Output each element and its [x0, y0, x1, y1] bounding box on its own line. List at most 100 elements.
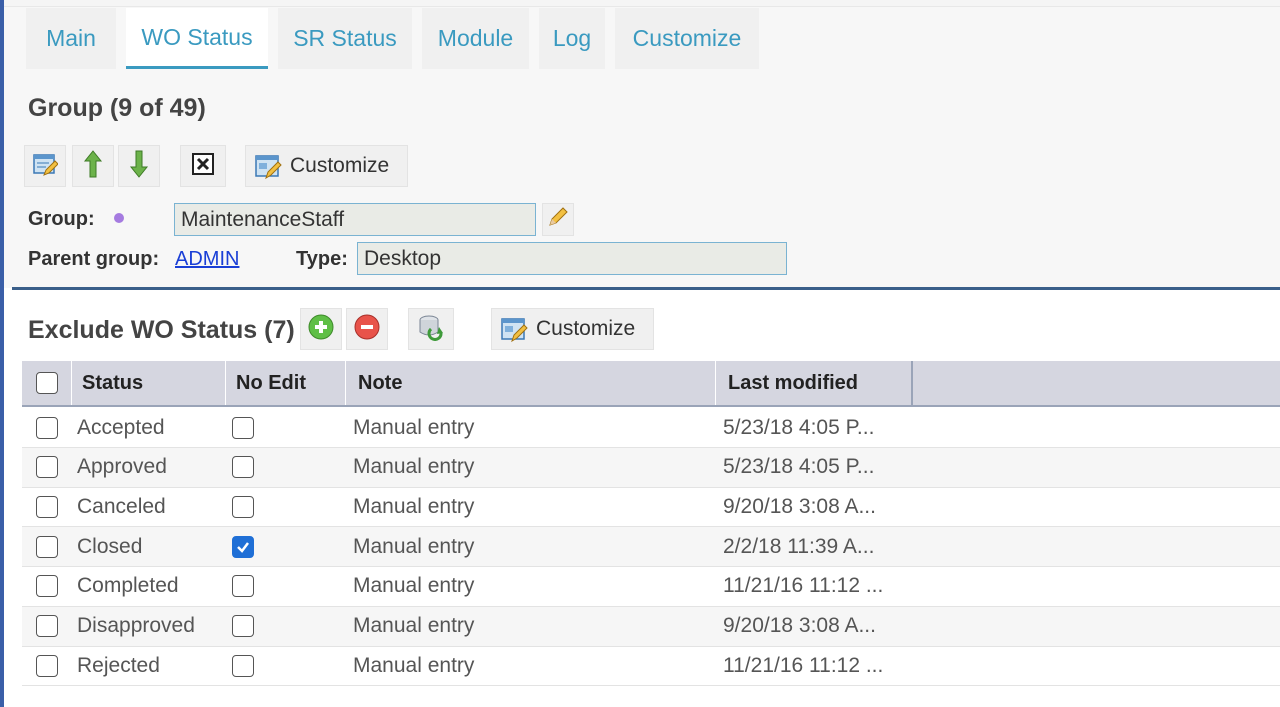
table-row[interactable]: Rejected Manual entry 11/21/16 11:12 ... — [22, 646, 1280, 687]
group-title: Group (9 of 49) — [28, 94, 206, 122]
header-note[interactable]: Note — [346, 361, 716, 405]
parent-group-link[interactable]: ADMIN — [175, 248, 239, 271]
no-edit-cell — [232, 408, 254, 447]
tab-wo-status[interactable]: WO Status — [126, 8, 268, 69]
pencil-icon — [547, 206, 569, 233]
no-edit-cell — [232, 527, 254, 566]
type-label: Type: — [296, 248, 348, 270]
no-edit-cell — [232, 567, 254, 606]
tab-main[interactable]: Main — [26, 8, 116, 69]
select-all-checkbox[interactable] — [35, 372, 58, 394]
status-cell: Canceled — [77, 494, 166, 518]
table-header: Status No Edit Note Last modified — [22, 361, 1280, 407]
type-field[interactable]: Desktop — [357, 242, 787, 275]
arrow-up-icon — [83, 149, 103, 184]
row-select-cell — [36, 646, 58, 685]
header-status[interactable]: Status — [72, 361, 226, 405]
edit-record-button[interactable] — [24, 145, 66, 187]
tab-log[interactable]: Log — [539, 8, 605, 69]
note-cell: Manual entry — [353, 455, 475, 479]
delete-box-icon — [192, 152, 214, 180]
row-select-cell — [36, 527, 58, 566]
no-edit-checkbox[interactable] — [232, 416, 254, 439]
checkmark-icon — [237, 541, 249, 553]
status-cell: Approved — [77, 455, 167, 479]
no-edit-checkbox[interactable] — [232, 575, 254, 598]
row-select-cell — [36, 607, 58, 646]
no-edit-checkbox[interactable] — [232, 654, 254, 677]
no-edit-cell — [232, 646, 254, 685]
no-edit-checkbox[interactable] — [232, 456, 254, 479]
row-select-checkbox[interactable] — [36, 615, 58, 637]
last-modified-cell: 11/21/16 11:12 ... — [723, 653, 884, 677]
customize-exclude-button[interactable]: Customize — [491, 308, 654, 350]
customize-group-button[interactable]: Customize — [245, 145, 408, 187]
note-cell: Manual entry — [353, 574, 475, 598]
delete-button[interactable] — [180, 145, 226, 187]
tab-sr-status[interactable]: SR Status — [278, 8, 412, 69]
group-label: Group: — [28, 208, 95, 230]
last-modified-cell: 11/21/16 11:12 ... — [723, 574, 884, 598]
note-cell: Manual entry — [353, 653, 475, 677]
remove-button[interactable] — [346, 308, 388, 350]
exclude-title: Exclude WO Status (7) — [28, 316, 295, 344]
tab-module[interactable]: Module — [422, 8, 529, 69]
status-cell: Accepted — [77, 415, 165, 439]
header-no-edit[interactable]: No Edit — [226, 361, 346, 405]
no-edit-checkbox[interactable] — [232, 535, 254, 558]
edit-group-button[interactable] — [542, 203, 574, 236]
table-row[interactable]: Disapproved Manual entry 9/20/18 3:08 A... — [22, 606, 1280, 647]
no-edit-cell — [232, 607, 254, 646]
last-modified-cell: 2/2/18 11:39 A... — [723, 534, 875, 558]
table-row[interactable]: Canceled Manual entry 9/20/18 3:08 A... — [22, 487, 1280, 528]
customize-icon — [254, 152, 282, 180]
row-select-cell — [36, 487, 58, 526]
row-select-cell — [36, 448, 58, 487]
arrow-down-icon — [129, 149, 149, 184]
note-cell: Manual entry — [353, 534, 475, 558]
add-button[interactable] — [300, 308, 342, 350]
row-select-checkbox[interactable] — [36, 456, 58, 479]
remove-circle-icon — [354, 314, 380, 345]
purple-dot-icon — [114, 213, 124, 223]
row-select-checkbox[interactable] — [36, 654, 58, 677]
tab-bar: Main WO Status SR Status Module Log Cust… — [26, 8, 769, 69]
table-row[interactable]: Closed Manual entry 2/2/18 11:39 A... — [22, 527, 1280, 568]
group-field[interactable]: MaintenanceStaff — [174, 203, 536, 236]
row-select-checkbox[interactable] — [36, 575, 58, 598]
move-up-button[interactable] — [72, 145, 114, 187]
table-row[interactable]: Completed Manual entry 11/21/16 11:12 ... — [22, 567, 1280, 607]
note-cell: Manual entry — [353, 415, 475, 439]
row-select-checkbox[interactable] — [36, 495, 58, 518]
status-cell: Rejected — [77, 653, 160, 677]
header-last-modified[interactable]: Last modified — [716, 361, 913, 405]
refresh-button[interactable] — [408, 308, 454, 350]
refresh-stack-icon — [417, 313, 445, 346]
last-modified-cell: 9/20/18 3:08 A... — [723, 614, 876, 637]
row-select-cell — [36, 408, 58, 447]
status-cell: Completed — [77, 574, 179, 598]
no-edit-checkbox[interactable] — [232, 495, 254, 518]
table-row[interactable]: Accepted Manual entry 5/23/18 4:05 P... — [22, 408, 1280, 448]
window-top-strip — [4, 0, 1280, 7]
row-select-cell — [36, 567, 58, 606]
row-select-checkbox[interactable] — [36, 535, 58, 558]
move-down-button[interactable] — [118, 145, 160, 187]
tab-customize[interactable]: Customize — [615, 8, 759, 69]
last-modified-cell: 5/23/18 4:05 P... — [723, 415, 875, 439]
note-cell: Manual entry — [353, 494, 475, 518]
no-edit-cell — [232, 448, 254, 487]
status-cell: Closed — [77, 534, 143, 558]
customize-icon — [500, 315, 528, 343]
no-edit-checkbox[interactable] — [232, 615, 254, 637]
customize-exclude-label: Customize — [536, 317, 636, 340]
edit-record-icon — [32, 151, 59, 182]
status-cell: Disapproved — [77, 614, 195, 637]
row-select-checkbox[interactable] — [36, 416, 58, 439]
select-all-cell — [22, 361, 72, 405]
customize-group-label: Customize — [290, 154, 390, 177]
last-modified-cell: 5/23/18 4:05 P... — [723, 455, 875, 479]
parent-group-label: Parent group: — [28, 248, 160, 270]
table-row[interactable]: Approved Manual entry 5/23/18 4:05 P... — [22, 447, 1280, 488]
note-cell: Manual entry — [353, 614, 475, 637]
